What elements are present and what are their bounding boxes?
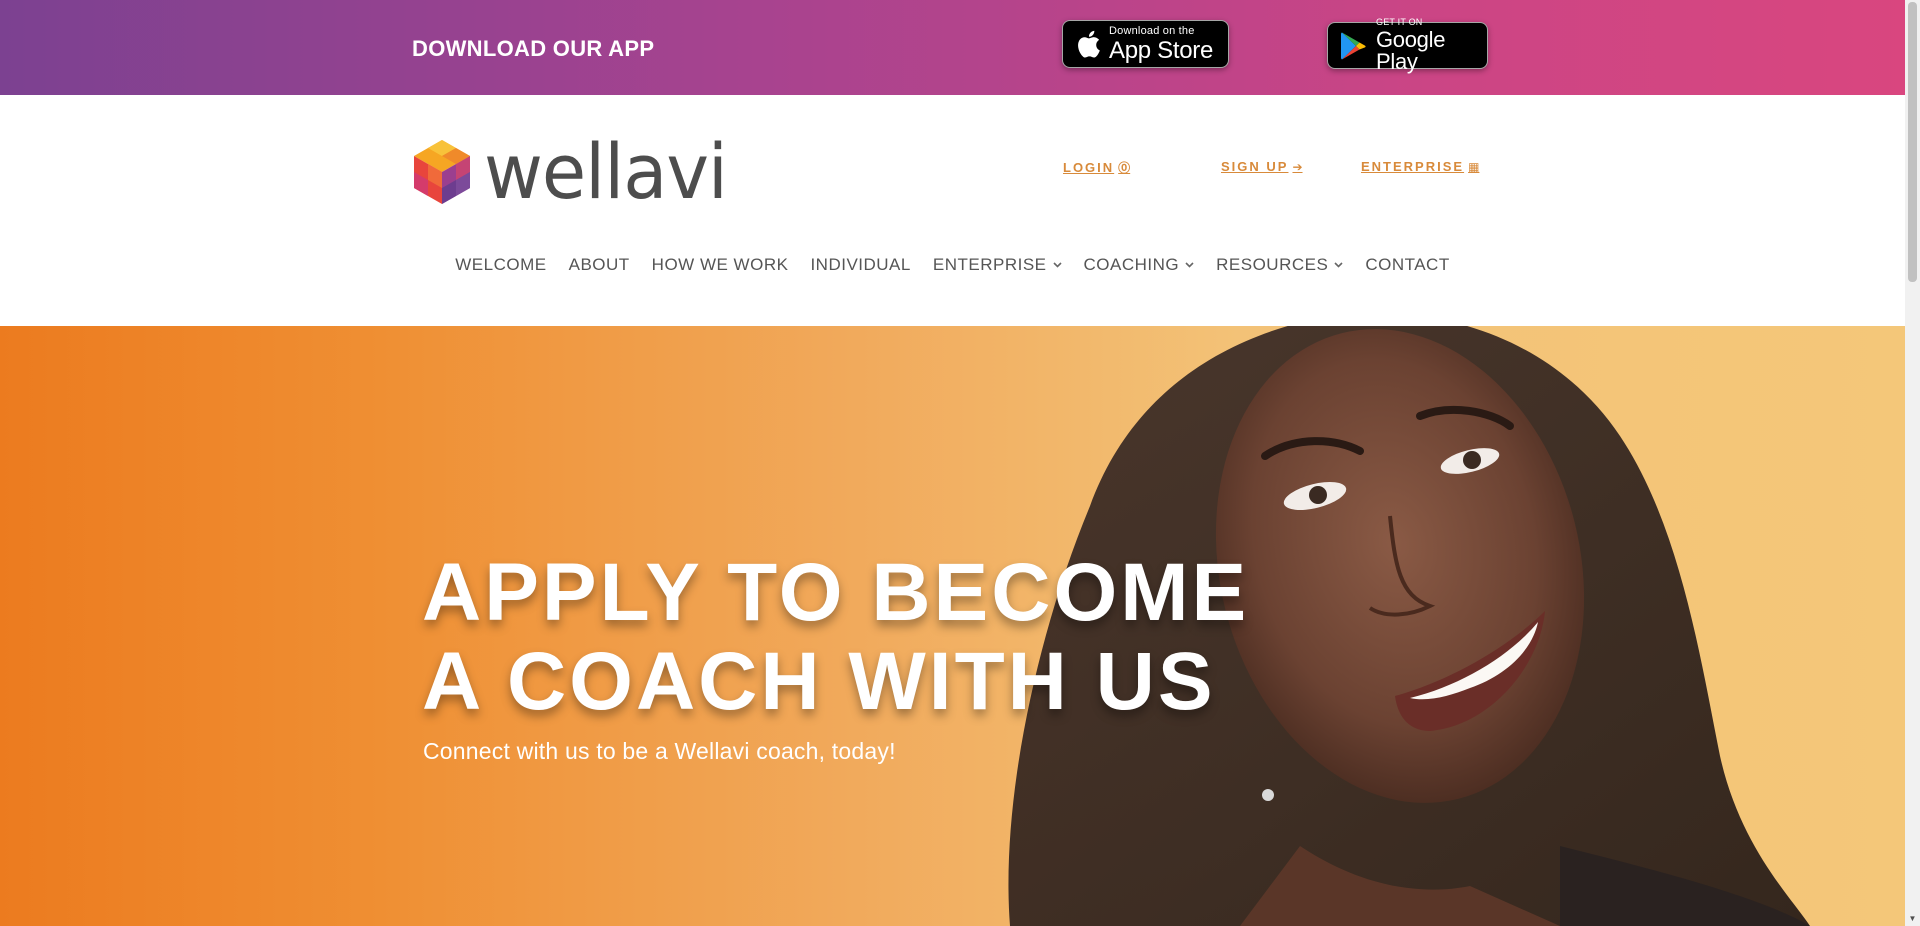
sign-up-link[interactable]: SIGN UP ➔ bbox=[1221, 159, 1303, 174]
hero-title-line-2: A COACH WITH US bbox=[422, 636, 1216, 727]
login-link[interactable]: LOGIN ⓪ bbox=[1063, 159, 1130, 176]
building-icon: ▦ bbox=[1468, 160, 1480, 174]
nav-label: INDIVIDUAL bbox=[810, 255, 911, 274]
chevron-down-icon bbox=[1334, 260, 1343, 271]
login-label: LOGIN bbox=[1063, 160, 1115, 175]
scroll-down-arrow-icon[interactable]: ▼ bbox=[1905, 914, 1920, 924]
hero-subtitle: Connect with us to be a Wellavi coach, t… bbox=[423, 738, 896, 764]
user-circle-icon: ⓪ bbox=[1118, 161, 1131, 175]
nav-label: ABOUT bbox=[568, 255, 630, 274]
nav-item-coaching[interactable]: COACHING bbox=[1073, 255, 1206, 275]
nav-label: HOW WE WORK bbox=[651, 255, 789, 274]
enterprise-label: ENTERPRISE bbox=[1361, 159, 1465, 174]
hero-section: APPLY TO BECOME A COACH WITH US Connect … bbox=[0, 326, 1905, 926]
nav-label: COACHING bbox=[1083, 255, 1180, 274]
hero-title: APPLY TO BECOME A COACH WITH US bbox=[422, 548, 1249, 726]
apple-icon bbox=[1075, 29, 1101, 59]
nav-label: RESOURCES bbox=[1216, 255, 1329, 274]
nav-item-how-we-work[interactable]: HOW WE WORK bbox=[641, 255, 800, 275]
app-store-button[interactable]: Download on the App Store bbox=[1062, 20, 1229, 68]
nav-item-resources[interactable]: RESOURCES bbox=[1205, 255, 1354, 275]
nav-label: CONTACT bbox=[1365, 255, 1450, 274]
app-download-banner: DOWNLOAD OUR APP Download on the App Sto… bbox=[0, 0, 1905, 95]
nav-label: WELCOME bbox=[455, 255, 547, 274]
wellavi-logo[interactable]: wellavi bbox=[412, 127, 728, 217]
nav-item-about[interactable]: ABOUT bbox=[558, 255, 641, 275]
sign-up-label: SIGN UP bbox=[1221, 159, 1289, 174]
logo-wordmark: wellavi bbox=[484, 127, 728, 217]
google-play-button[interactable]: GET IT ON Google Play bbox=[1327, 18, 1488, 73]
wellavi-cube-icon bbox=[414, 140, 470, 204]
sign-in-icon: ➔ bbox=[1292, 160, 1303, 174]
hero-title-line-1: APPLY TO BECOME bbox=[422, 547, 1250, 638]
enterprise-link[interactable]: ENTERPRISE ▦ bbox=[1361, 159, 1479, 174]
google-play-icon bbox=[1340, 31, 1368, 61]
google-play-small-label: GET IT ON bbox=[1376, 17, 1423, 27]
scrollbar-thumb[interactable] bbox=[1908, 2, 1917, 282]
nav-label: ENTERPRISE bbox=[932, 255, 1047, 274]
page-scrollbar[interactable]: ▼ bbox=[1905, 0, 1920, 926]
nav-item-enterprise[interactable]: ENTERPRISE bbox=[922, 255, 1073, 275]
nav-item-contact[interactable]: CONTACT bbox=[1354, 255, 1460, 275]
main-nav: WELCOME ABOUT HOW WE WORK INDIVIDUAL ENT… bbox=[0, 255, 1905, 275]
chevron-down-icon bbox=[1052, 260, 1062, 271]
app-store-label: App Store bbox=[1109, 36, 1214, 64]
google-play-label: Google Play bbox=[1376, 27, 1446, 74]
nav-item-individual[interactable]: INDIVIDUAL bbox=[799, 255, 921, 275]
banner-title: DOWNLOAD OUR APP bbox=[412, 36, 655, 61]
app-store-small-label: Download on the bbox=[1109, 24, 1195, 37]
nav-item-welcome[interactable]: WELCOME bbox=[444, 255, 557, 275]
chevron-down-icon bbox=[1185, 260, 1194, 271]
